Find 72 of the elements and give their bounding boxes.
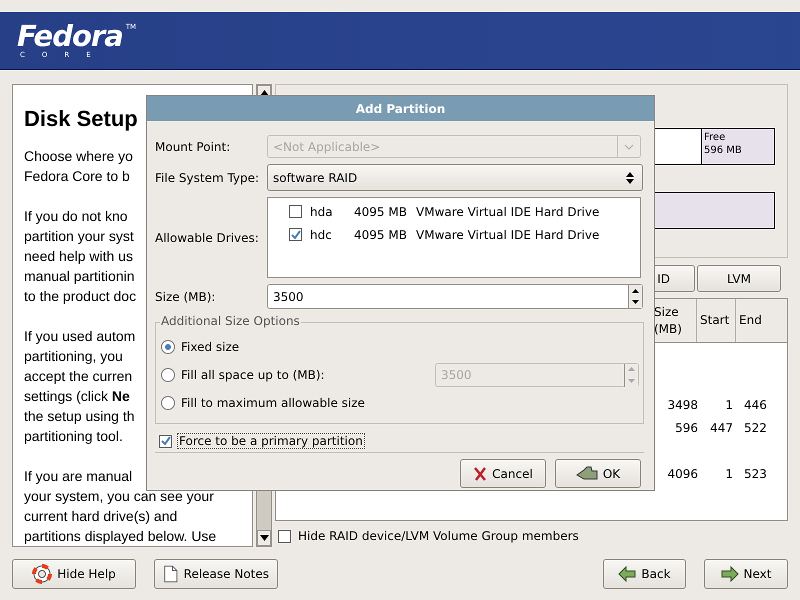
table-cell-text: 596	[674, 420, 699, 434]
footer-button[interactable]: Release Notes	[154, 559, 278, 589]
table-cell-text: 446	[743, 398, 768, 412]
field-label: Allowable Drives:	[155, 230, 260, 244]
right-arrow-icon	[720, 566, 739, 582]
document-icon	[163, 564, 179, 584]
help-text-line: partitioning, you	[24, 347, 123, 366]
segment-size: 596 MB	[704, 144, 743, 157]
updown-icon	[626, 172, 634, 184]
radio-label[interactable]: Fill to maximum allowable size	[181, 396, 365, 410]
drive-name: hdc	[310, 228, 333, 242]
spin-up-icon[interactable]	[632, 288, 639, 293]
table-cell-text: 522	[743, 420, 768, 434]
size-spin-field[interactable]: 3500	[267, 284, 643, 309]
column-header[interactable]: End	[735, 299, 770, 342]
radio-button[interactable]	[161, 396, 175, 410]
help-text-line: settings (click Ne	[24, 387, 130, 406]
table-cell-text: 4096	[666, 466, 699, 480]
drive-model: VMware Virtual IDE Hard Drive	[416, 228, 600, 242]
checkbox[interactable]	[289, 228, 302, 241]
help-text-line: manual partitionin	[24, 267, 135, 286]
logo-text: Fedora	[17, 21, 123, 51]
spin-down-icon[interactable]	[632, 300, 639, 304]
drive-size: 4095 MB	[354, 204, 408, 218]
help-text-line: to the product doc	[24, 287, 136, 306]
scroll-down-icon[interactable]	[257, 530, 271, 546]
footer-button[interactable]: Back	[603, 559, 686, 589]
drive-size: 4095 MB	[354, 228, 408, 242]
table-cell-text: 1	[724, 466, 734, 480]
checkbox[interactable]	[159, 434, 172, 448]
help-text-line: If you used autom	[24, 327, 136, 346]
footer-button[interactable]: Hide Help	[12, 559, 136, 589]
table-cell-text: 447	[709, 420, 734, 434]
checkbox[interactable]	[289, 205, 302, 218]
dialog-button[interactable]: Cancel	[460, 459, 546, 488]
help-text-line: Fedora Core to b	[24, 167, 130, 186]
checkbox-label[interactable]: Hide RAID device/LVM Volume Group members	[298, 529, 579, 543]
help-text-line: Choose where yo	[24, 147, 133, 166]
field-label: Size (MB):	[155, 290, 216, 304]
drive-name: hda	[310, 204, 334, 218]
table-cell-text: 1	[724, 398, 734, 412]
frame-title: Additional Size Options	[160, 314, 301, 328]
dialog-button[interactable]: OK	[555, 459, 641, 488]
help-text-line: If you are manual	[24, 467, 132, 486]
help-text-line: If you do not kno	[24, 207, 128, 226]
file-system-dropdown[interactable]: software RAID	[267, 164, 643, 191]
segment-label: Free	[704, 131, 726, 144]
help-text-line: partition your syst	[24, 227, 134, 246]
dialog-title: Add Partition	[147, 96, 654, 121]
column-header[interactable]: Start	[696, 299, 735, 342]
checkbox[interactable]	[278, 530, 291, 542]
help-text-line: your system, you can see your	[24, 487, 214, 506]
editor-button[interactable]: LVM	[697, 265, 781, 292]
help-title: Disk Setup	[24, 106, 138, 132]
field-label: Mount Point:	[155, 140, 232, 154]
radio-label[interactable]: Fixed size	[181, 340, 240, 354]
left-arrow-icon	[618, 566, 636, 582]
footer-button[interactable]: Next	[704, 559, 788, 589]
radio-button[interactable]	[161, 340, 175, 354]
drive-model: VMware Virtual IDE Hard Drive	[416, 204, 600, 218]
help-text-line: accept the curren	[24, 367, 132, 386]
help-text-line: current hard drive(s) and	[24, 507, 178, 526]
table-cell-text: 3498	[666, 398, 699, 412]
field-label: File System Type:	[155, 170, 260, 184]
help-text-line: need help with us	[24, 247, 133, 266]
checkbox-label[interactable]: Force to be a primary partition	[177, 433, 365, 449]
help-text-line: partitions displayed below. Use	[24, 527, 216, 546]
help-text-line: partitioning tool.	[24, 427, 123, 446]
x-icon	[473, 466, 488, 480]
lifebuoy-icon	[32, 564, 52, 584]
help-text-line: the setup using th	[24, 407, 135, 426]
table-cell-text: 523	[743, 466, 768, 480]
